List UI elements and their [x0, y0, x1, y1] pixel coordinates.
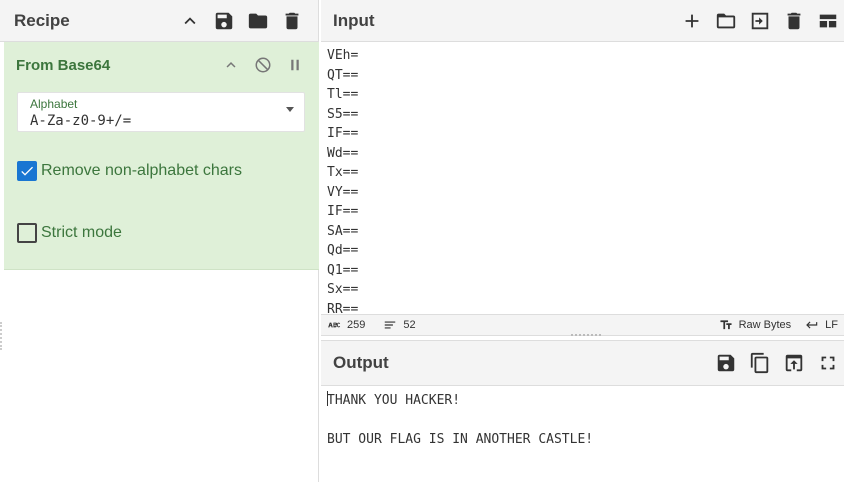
operation-name: From Base64 [16, 56, 111, 74]
output-toolbar [714, 351, 840, 375]
input-line: QT== [327, 67, 359, 83]
open-file-icon[interactable] [748, 9, 772, 33]
input-textarea[interactable]: VEh= QT== Tl== S5== IF== Wd== Tx== VY== IF== SA==… [321, 42, 844, 314]
alphabet-label: Alphabet [30, 97, 78, 111]
panel-resize-grip[interactable] [571, 334, 601, 338]
fullscreen-icon[interactable] [816, 351, 840, 375]
input-panel: Input VEh= QT== Tl== S5== IF== Wd== Tx==… [321, 0, 844, 336]
add-tab-icon[interactable] [680, 9, 704, 33]
input-line: IF== [327, 204, 359, 219]
input-line: S5== [327, 106, 359, 122]
lines-indicator: 52 [383, 318, 416, 332]
remove-non-alphabet-label: Remove non-alphabet chars [41, 162, 243, 179]
output-textarea[interactable]: THANK YOU HACKER! BUT OUR FLAG IS IN ANO… [321, 387, 844, 454]
encoding-value: Raw Bytes [738, 319, 792, 331]
input-line: IF== [327, 126, 359, 141]
trash-icon[interactable] [280, 9, 304, 33]
output-line: THANK YOU HACKER! [327, 391, 461, 408]
save-icon[interactable] [212, 9, 236, 33]
abc-length-icon [328, 322, 341, 328]
operation-header: From Base64 [4, 42, 319, 88]
dropdown-caret-icon[interactable] [286, 107, 294, 112]
lines-icon [385, 321, 396, 329]
output-line: BUT OUR FLAG IS IN ANOTHER CASTLE! [327, 432, 594, 447]
operation-controls [219, 53, 307, 77]
recipe-toolbar [178, 9, 304, 33]
input-toolbar [680, 9, 840, 33]
return-arrow-icon [806, 321, 818, 329]
pause-icon[interactable] [283, 53, 307, 77]
open-folder-icon[interactable] [714, 9, 738, 33]
input-line: Sx== [327, 282, 359, 297]
input-line: VY== [327, 184, 359, 200]
eol-value: LF [825, 319, 838, 331]
strict-mode-checkbox[interactable] [17, 223, 37, 243]
disable-icon[interactable] [251, 53, 275, 77]
output-panel: Output THANK YOU HACKER! BUT OUR FLAG IS… [321, 340, 844, 482]
remove-non-alphabet-checkbox[interactable] [17, 161, 37, 181]
status-right: Raw Bytes LF [719, 318, 838, 332]
input-header: Input [321, 0, 844, 42]
input-line: Qd== [327, 243, 359, 258]
recipe-title: Recipe [14, 10, 70, 30]
remove-non-alphabet-option[interactable]: Remove non-alphabet chars [17, 161, 242, 181]
clear-input-trash-icon[interactable] [782, 9, 806, 33]
length-indicator: 259 [327, 318, 365, 332]
input-title: Input [333, 10, 375, 30]
output-title: Output [333, 353, 389, 372]
resize-handle[interactable] [0, 322, 3, 350]
recipe-header: Recipe [0, 0, 318, 42]
input-line: Wd== [327, 145, 359, 161]
input-line: VEh= [327, 48, 359, 63]
checkmark-icon [21, 166, 33, 176]
recipe-panel: Recipe From Base64 Alphabet A-Za-z0-9+/=… [0, 0, 319, 482]
save-output-icon[interactable] [714, 351, 738, 375]
input-status-bar: 259 52 Raw Bytes LF [321, 314, 844, 336]
input-line: SA== [327, 223, 359, 239]
strict-mode-option[interactable]: Strict mode [17, 223, 122, 243]
collapse-chevron-icon[interactable] [219, 53, 243, 77]
lines-value: 52 [403, 319, 416, 331]
input-line: Tl== [327, 87, 359, 102]
output-header: Output [321, 340, 844, 386]
replace-input-icon[interactable] [782, 351, 806, 375]
eol-selector[interactable]: LF [805, 318, 838, 332]
folder-icon[interactable] [246, 9, 270, 33]
strict-mode-label: Strict mode [41, 224, 122, 241]
copy-icon[interactable] [748, 351, 772, 375]
cyberchef-app: Recipe From Base64 Alphabet A-Za-z0-9+/=… [0, 0, 844, 482]
text-format-icon [720, 320, 732, 330]
chevron-up-icon[interactable] [178, 9, 202, 33]
length-value: 259 [347, 319, 366, 331]
from-base64-operation[interactable]: From Base64 Alphabet A-Za-z0-9+/= Remove… [4, 42, 319, 270]
input-line: Tx== [327, 165, 359, 180]
input-line: Q1== [327, 262, 359, 278]
encoding-selector[interactable]: Raw Bytes [719, 318, 792, 332]
text-cursor [327, 391, 328, 406]
layout-icon[interactable] [816, 9, 840, 33]
input-line: RR== [327, 301, 359, 315]
alphabet-value: A-Za-z0-9+/= [30, 113, 132, 129]
alphabet-select[interactable]: Alphabet A-Za-z0-9+/= [17, 92, 305, 132]
